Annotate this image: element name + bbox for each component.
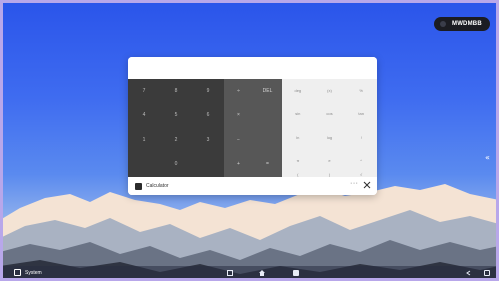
apps-icon[interactable] xyxy=(293,270,299,276)
key-4[interactable]: 4 xyxy=(128,104,160,129)
calculator-title: Calculator xyxy=(146,183,169,189)
system-icon xyxy=(14,269,21,276)
key-ln[interactable]: ln xyxy=(282,126,314,150)
home-icon[interactable] xyxy=(259,270,265,276)
key-op-blank-1[interactable] xyxy=(253,104,282,129)
key-log[interactable]: log xyxy=(314,126,346,150)
key-3[interactable]: 3 xyxy=(192,128,224,153)
key-equals[interactable]: = xyxy=(253,153,282,178)
key-6[interactable]: 6 xyxy=(192,104,224,129)
calculator-display xyxy=(128,57,377,79)
key-2[interactable]: 2 xyxy=(160,128,192,153)
calculator-app-icon xyxy=(135,182,142,190)
number-keypad: 7 8 9 4 5 6 1 2 3 0 xyxy=(128,79,224,177)
close-icon[interactable] xyxy=(362,179,372,191)
key-5[interactable]: 5 xyxy=(160,104,192,129)
key-multiply[interactable]: × xyxy=(224,104,253,129)
key-paren-x[interactable]: (x) xyxy=(314,79,346,103)
key-1[interactable]: 1 xyxy=(128,128,160,153)
system-label: System xyxy=(25,269,42,276)
function-keypad: deg (x) % sin cos tan ln log ! π e ^ ( )… xyxy=(282,79,377,177)
key-9[interactable]: 9 xyxy=(192,79,224,104)
key-pi[interactable]: π xyxy=(282,150,314,174)
system-button[interactable]: System xyxy=(14,269,42,276)
key-power[interactable]: ^ xyxy=(345,150,377,174)
key-percent[interactable]: % xyxy=(345,79,377,103)
key-0[interactable]: 0 xyxy=(160,153,192,178)
user-status-dot xyxy=(440,21,446,27)
key-8[interactable]: 8 xyxy=(160,79,192,104)
key-divide[interactable]: ÷ xyxy=(224,79,253,104)
window-grid-icon[interactable] xyxy=(227,270,233,276)
recent-apps-icon[interactable] xyxy=(484,270,490,276)
key-tan[interactable]: tan xyxy=(345,103,377,127)
key-blank-left[interactable] xyxy=(128,153,160,178)
more-options-button[interactable]: ··· xyxy=(350,180,359,187)
side-panel-toggle-icon[interactable]: « xyxy=(485,153,490,162)
key-op-blank-2[interactable] xyxy=(253,128,282,153)
key-plus[interactable]: + xyxy=(224,153,253,178)
calculator-titlebar[interactable]: Calculator ··· xyxy=(128,177,377,195)
key-7[interactable]: 7 xyxy=(128,79,160,104)
desktop: MWDMBB « 7 8 9 4 5 6 1 2 3 0 ÷ DEL × − +… xyxy=(0,0,499,281)
key-factorial[interactable]: ! xyxy=(345,126,377,150)
operator-keypad: ÷ DEL × − + = xyxy=(224,79,282,177)
key-cos[interactable]: cos xyxy=(314,103,346,127)
key-delete[interactable]: DEL xyxy=(253,79,282,104)
user-name-label: MWDMBB xyxy=(452,21,482,27)
key-e[interactable]: e xyxy=(314,150,346,174)
key-blank-right[interactable] xyxy=(192,153,224,178)
taskbar: System xyxy=(0,266,499,281)
back-icon[interactable] xyxy=(466,270,472,276)
key-deg[interactable]: deg xyxy=(282,79,314,103)
key-minus[interactable]: − xyxy=(224,128,253,153)
key-sin[interactable]: sin xyxy=(282,103,314,127)
user-account-button[interactable]: MWDMBB xyxy=(434,17,490,31)
calculator-window: 7 8 9 4 5 6 1 2 3 0 ÷ DEL × − + = deg (x… xyxy=(128,57,377,195)
